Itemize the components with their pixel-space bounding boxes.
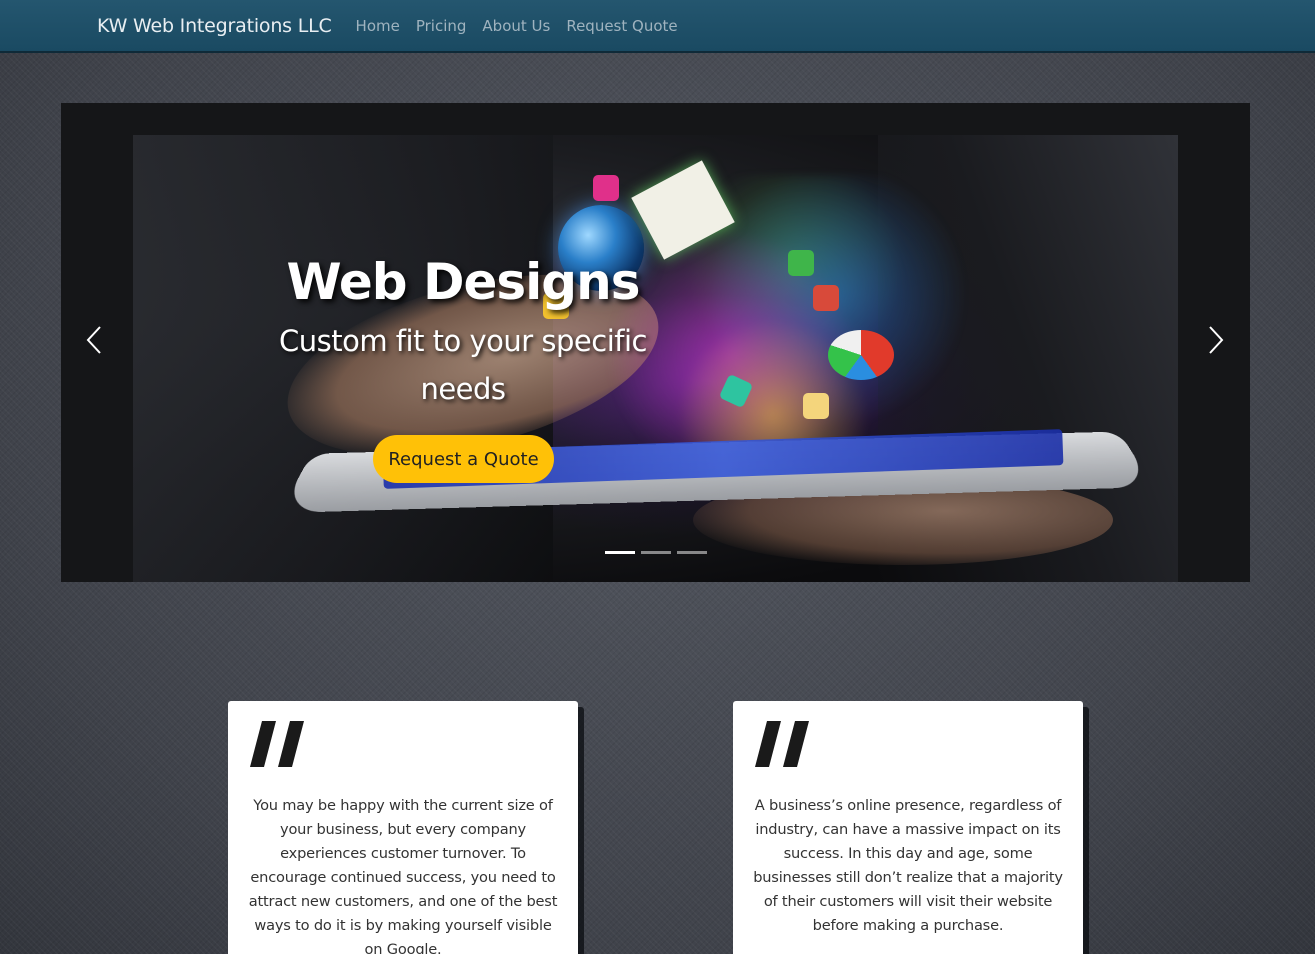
brand-link[interactable]: KW Web Integrations LLC [97,15,332,37]
navbar: KW Web Integrations LLC Home Pricing Abo… [0,0,1315,53]
nav-home[interactable]: Home [356,17,400,35]
slide-subtitle: Custom fit to your specific needs [278,324,648,406]
quote-icon [755,721,809,767]
nav-pricing[interactable]: Pricing [416,17,467,35]
card-text: You may be happy with the current size o… [248,797,558,954]
testimonial-card: You may be happy with the current size o… [228,701,578,954]
pie-graphic [828,330,894,380]
slide-image: Web Designs Custom fit to your specific … [133,135,1178,582]
app-tile [813,285,839,311]
nav-links: Home Pricing About Us Request Quote [356,17,694,35]
app-tile [593,175,619,201]
slide-title: Web Designs [286,253,641,311]
chevron-right-icon [1209,326,1224,354]
slide-caption: Web Designs Custom fit to your specific … [273,253,653,413]
chevron-left-icon [86,326,101,354]
request-quote-button[interactable]: Request a Quote [373,435,554,483]
hero-carousel: Web Designs Custom fit to your specific … [61,103,1250,582]
quote-icon [250,721,304,767]
carousel-indicator-1[interactable] [605,551,635,554]
app-tile [803,393,829,419]
carousel-indicator-3[interactable] [677,551,707,554]
carousel-indicators [605,551,707,554]
card-text: A business’s online presence, regardless… [753,797,1063,934]
nav-about-us[interactable]: About Us [482,17,550,35]
carousel-prev-button[interactable] [79,325,109,355]
testimonial-card: A business’s online presence, regardless… [733,701,1083,954]
carousel-next-button[interactable] [1201,325,1231,355]
carousel-indicator-2[interactable] [641,551,671,554]
nav-request-quote[interactable]: Request Quote [566,17,677,35]
app-tile [788,250,814,276]
